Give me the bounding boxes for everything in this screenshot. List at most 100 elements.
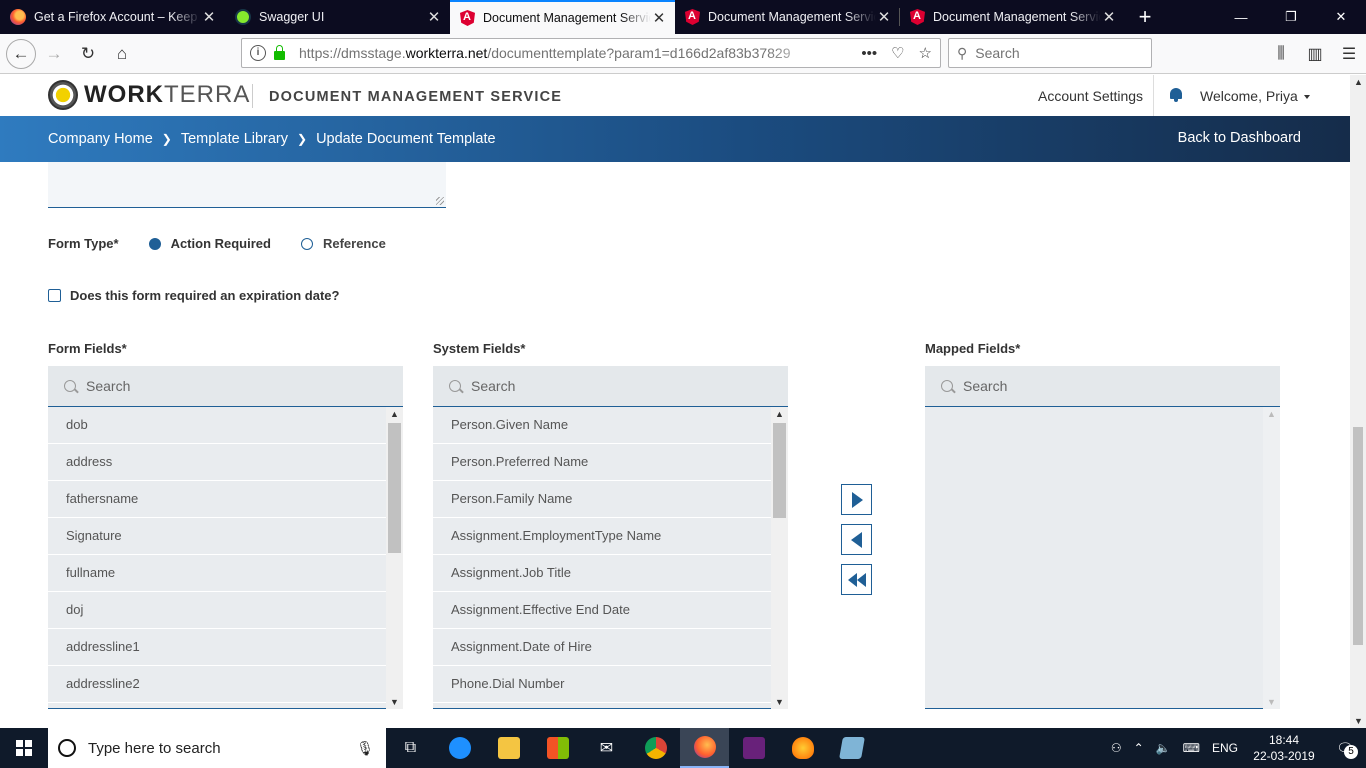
browser-tab-dms-3[interactable]: Document Management Service ✕ [900,0,1125,34]
close-icon[interactable]: ✕ [651,9,667,27]
breadcrumb-template-library[interactable]: Template Library [181,131,288,147]
expiration-checkbox[interactable] [48,289,61,302]
people-icon[interactable]: ⚇ [1111,741,1122,755]
scroll-down-icon[interactable]: ▼ [775,697,784,707]
scroll-down-icon[interactable]: ▼ [390,697,399,707]
reload-icon[interactable]: ↻ [72,38,104,70]
list-item[interactable]: Assignment.Effective End Date [433,592,771,629]
move-left-button[interactable] [841,524,872,555]
sidebar-icon[interactable]: ▥ [1298,44,1332,64]
back-arrow-icon[interactable]: ← [6,38,36,69]
url-text[interactable]: https://dmsstage.workterra.net/documentt… [299,45,829,61]
list-item[interactable]: Person.Given Name [433,407,771,444]
radio-selected-icon[interactable] [148,237,161,250]
home-icon[interactable]: ⌂ [106,38,138,70]
pocket-icon[interactable]: ♡ [891,44,904,62]
description-textarea[interactable] [48,162,446,208]
user-menu[interactable]: Welcome, Priya [1200,88,1310,104]
system-fields-scrollbar[interactable]: ▲ ▼ [771,407,788,709]
app-flame-icon[interactable] [778,728,827,768]
radio-action-required[interactable]: Action Required [148,236,271,251]
list-item[interactable]: Person.Family Name [433,481,771,518]
store-icon[interactable] [533,728,582,768]
list-item[interactable]: Phone.Dial Number [433,666,771,703]
minimize-icon[interactable]: ― [1216,0,1266,34]
browser-tab-dms-active[interactable]: Document Management Service ✕ [450,0,675,34]
mail-icon[interactable]: ✉ [582,728,631,768]
radio-unselected-icon[interactable] [300,237,313,250]
keyboard-icon[interactable]: ⌨ [1183,741,1200,755]
page-actions-icon[interactable]: ••• [861,45,877,62]
list-item[interactable]: addressline2 [48,666,386,703]
firefox-taskbar-icon[interactable] [680,728,729,768]
scroll-thumb[interactable] [773,423,786,518]
list-item[interactable]: Assignment.Job Title [433,555,771,592]
browser-search-box[interactable]: ⚲ Search [948,38,1152,68]
list-item[interactable]: Assignment.Date of Hire [433,629,771,666]
new-tab-button[interactable]: + [1125,0,1165,34]
list-item[interactable]: fullname [48,555,386,592]
visual-studio-icon[interactable] [729,728,778,768]
workterra-logo[interactable]: WORKTERRA [48,80,250,110]
list-item[interactable]: dob [48,407,386,444]
scroll-down-icon[interactable]: ▼ [1354,716,1363,726]
scroll-up-icon[interactable]: ▲ [390,409,399,419]
system-fields-search-input[interactable]: Search [433,366,788,407]
list-item[interactable]: Signature [48,518,386,555]
move-right-button[interactable] [841,484,872,515]
list-item[interactable]: Assignment.EmploymentType Name [433,518,771,555]
file-explorer-icon[interactable] [484,728,533,768]
browser-tab-firefox-account[interactable]: Get a Firefox Account – Keep your data p… [0,0,225,34]
list-item[interactable]: address [48,444,386,481]
url-bar[interactable]: i https://dmsstage.workterra.net/documen… [241,38,941,68]
volume-icon[interactable]: 🔈 [1156,741,1171,755]
scroll-up-icon[interactable]: ▲ [775,409,784,419]
bell-icon[interactable] [1168,86,1184,102]
close-icon[interactable]: ✕ [426,8,442,26]
restore-icon[interactable]: ❐ [1266,0,1316,34]
form-fields-scrollbar[interactable]: ▲ ▼ [386,407,403,709]
language-indicator[interactable]: ENG [1212,741,1238,755]
menu-icon[interactable]: ☰ [1332,44,1366,64]
clock[interactable]: 18:44 22-03-2019 [1250,732,1318,764]
list-item[interactable]: doj [48,592,386,629]
back-to-dashboard-link[interactable]: Back to Dashboard [1178,130,1301,146]
move-all-left-button[interactable] [841,564,872,595]
bookmark-star-icon[interactable]: ☆ [919,44,932,62]
task-view-icon[interactable]: ⧉ [386,728,435,768]
browser-tab-swagger[interactable]: Swagger UI ✕ [225,0,450,34]
breadcrumb-company-home[interactable]: Company Home [48,131,153,147]
chrome-icon[interactable] [631,728,680,768]
form-fields-search-input[interactable]: Search [48,366,403,407]
scroll-thumb[interactable] [388,423,401,553]
forward-arrow-icon[interactable]: → [38,38,70,70]
info-icon[interactable]: i [250,45,266,61]
scroll-up-icon[interactable]: ▲ [1267,409,1276,419]
chevron-up-icon[interactable]: ⌃ [1134,741,1144,755]
scroll-up-icon[interactable]: ▲ [1354,77,1363,87]
list-item[interactable]: Person.Preferred Name [433,444,771,481]
radio-reference[interactable]: Reference [300,236,386,251]
start-button[interactable] [0,728,48,768]
close-icon[interactable]: ✕ [201,8,217,26]
window-close-icon[interactable]: ✕ [1316,0,1366,34]
page-scroll-thumb[interactable] [1353,427,1363,645]
scroll-down-icon[interactable]: ▼ [1267,697,1276,707]
list-item[interactable]: addressline1 [48,629,386,666]
expiration-checkbox-row[interactable]: Does this form required an expiration da… [48,288,339,303]
taskbar-search-box[interactable]: Type here to search 🎙 [48,728,386,768]
edge-icon[interactable] [435,728,484,768]
library-icon[interactable]: ⫼ [1264,45,1298,63]
mapped-fields-scrollbar[interactable]: ▲ ▼ [1263,407,1280,709]
list-item[interactable]: fathersname [48,481,386,518]
notification-center-icon[interactable]: 🗨5 [1330,733,1360,763]
account-settings-link[interactable]: Account Settings [1038,88,1143,104]
close-icon[interactable]: ✕ [876,8,892,26]
mapped-fields-search-input[interactable]: Search [925,366,1280,407]
page-scrollbar[interactable]: ▲ ▼ [1350,75,1366,728]
resize-grip-icon[interactable] [436,197,444,205]
microphone-icon[interactable]: 🎙 [356,740,374,757]
close-icon[interactable]: ✕ [1101,8,1117,26]
app-notes-icon[interactable] [827,728,876,768]
browser-tab-dms-2[interactable]: Document Management Service ✕ [675,0,900,34]
